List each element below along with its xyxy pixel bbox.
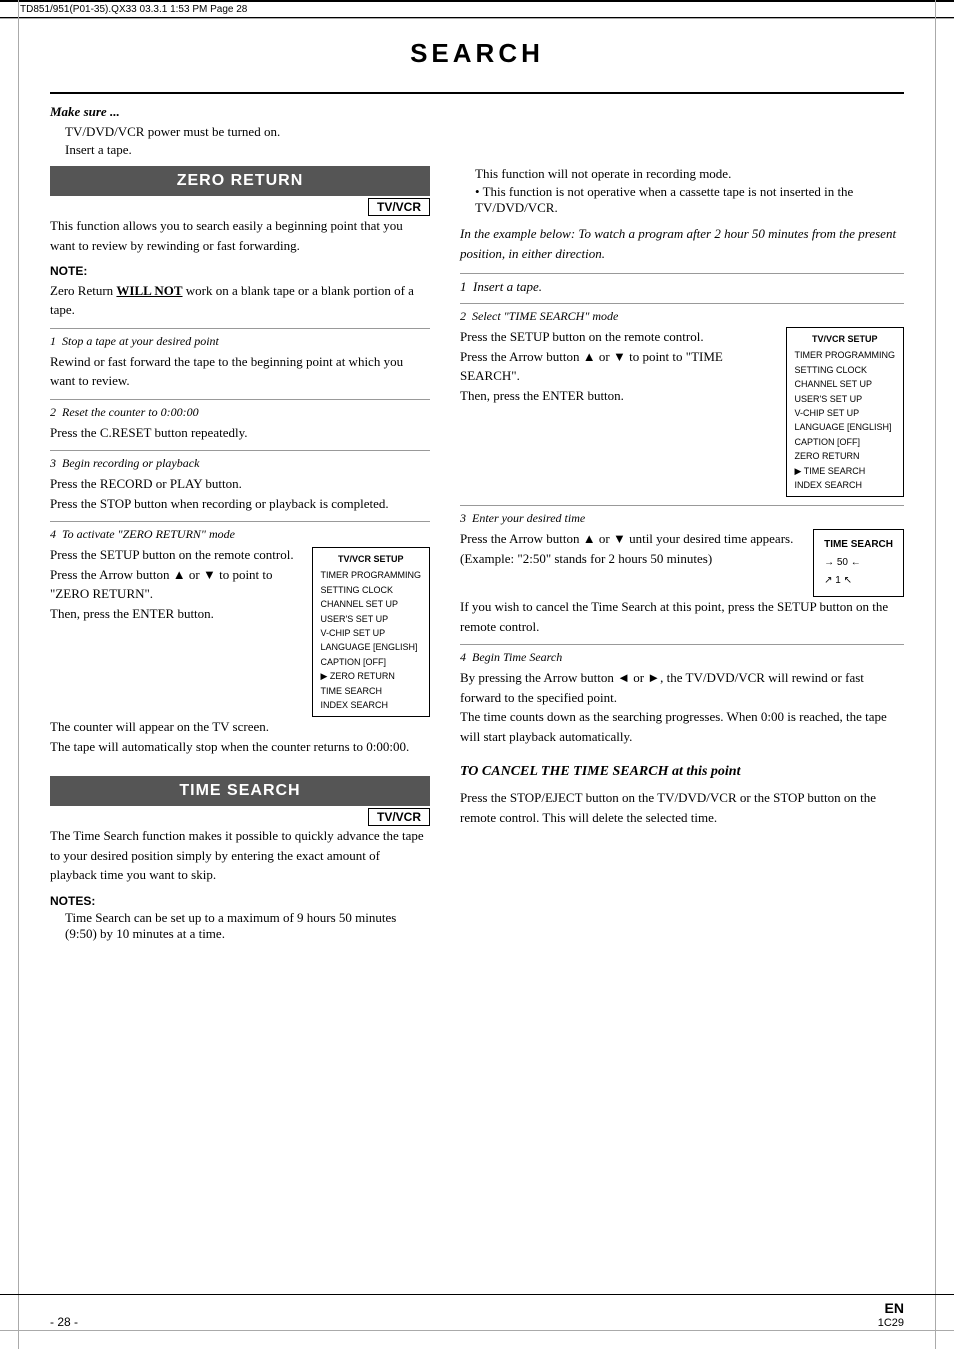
- notes-label: NOTES:: [50, 894, 95, 908]
- ts-menu-8: ZERO RETURN: [795, 449, 896, 463]
- zero-return-badge: TV/VCR: [368, 198, 430, 216]
- ts-menu-10: INDEX SEARCH: [795, 478, 896, 492]
- top-bar: TD851/951(P01-35).QX33 03.3.1 1:53 PM Pa…: [0, 0, 954, 18]
- menu-item-2: SETTING CLOCK: [321, 583, 422, 597]
- step-4-body4: The counter will appear on the TV screen…: [50, 717, 430, 737]
- right-bullet-1: This function will not operate in record…: [475, 166, 904, 182]
- ts-menu-2: SETTING CLOCK: [795, 363, 896, 377]
- right-step-4: 4 Begin Time Search By pressing the Arro…: [460, 644, 904, 746]
- cancel-body: Press the STOP/EJECT button on the TV/DV…: [460, 788, 904, 827]
- ts-menu-1: TIMER PROGRAMMING: [795, 348, 896, 362]
- menu-item-7: CAPTION [OFF]: [321, 655, 422, 669]
- cancel-heading: TO CANCEL THE TIME SEARCH at this point: [460, 761, 904, 782]
- time-search-note-1: Time Search can be set up to a maximum o…: [65, 910, 430, 942]
- time-search-description: The Time Search function makes it possib…: [50, 826, 430, 885]
- right-step-4-body2: The time counts down as the searching pr…: [460, 707, 904, 746]
- zero-return-menu: TV/VCR SETUP TIMER PROGRAMMING SETTING C…: [312, 547, 431, 717]
- time-display-line2: → 50 ←: [824, 554, 893, 572]
- menu-item-9: TIME SEARCH: [321, 684, 422, 698]
- lang-label: EN: [885, 1300, 904, 1316]
- example-text: In the example below: To watch a program…: [460, 224, 904, 263]
- note-label: NOTE:: [50, 264, 87, 278]
- time-search-badge: TV/VCR: [368, 808, 430, 826]
- make-sure-section: Make sure ... TV/DVD/VCR power must be t…: [50, 104, 904, 158]
- right-step-3: 3 Enter your desired time TIME SEARCH → …: [460, 505, 904, 636]
- time-search-title: TIME SEARCH: [50, 776, 430, 806]
- step-2-num: 2 Reset the counter to 0:00:00: [50, 405, 430, 420]
- step-2-block: 2 Reset the counter to 0:00:00 Press the…: [50, 399, 430, 443]
- step-4-num: 4 To activate "ZERO RETURN" mode: [50, 527, 430, 542]
- zero-return-description: This function allows you to search easil…: [50, 216, 430, 255]
- menu-item-8: ZERO RETURN: [321, 669, 422, 683]
- ts-menu-4: USER'S SET UP: [795, 392, 896, 406]
- time-display-line1: TIME SEARCH: [824, 536, 893, 554]
- right-column: This function will not operate in record…: [460, 166, 904, 944]
- step-1-block: 1 Stop a tape at your desired point Rewi…: [50, 328, 430, 391]
- footer: - 28 - EN 1C29: [0, 1294, 954, 1329]
- step-3-body2: Press the STOP button when recording or …: [50, 494, 430, 514]
- step-1-num: 1 Stop a tape at your desired point: [50, 334, 430, 349]
- ts-menu-title: TV/VCR SETUP: [795, 332, 896, 346]
- menu-title: TV/VCR SETUP: [321, 552, 422, 566]
- make-sure-bullet-2: Insert a tape.: [65, 142, 904, 158]
- menu-item-1: TIMER PROGRAMMING: [321, 568, 422, 582]
- ts-menu-6: LANGUAGE [ENGLISH]: [795, 420, 896, 434]
- zero-return-title: ZERO RETURN: [50, 166, 430, 196]
- step-2-body: Press the C.RESET button repeatedly.: [50, 423, 430, 443]
- right-step-4-body1: By pressing the Arrow button ◄ or ►, the…: [460, 668, 904, 707]
- note-text: Zero Return WILL NOT work on a blank tap…: [50, 281, 430, 320]
- ts-menu-9: TIME SEARCH: [795, 464, 896, 478]
- code-label: 1C29: [878, 1317, 904, 1329]
- menu-item-4: USER'S SET UP: [321, 612, 422, 626]
- ts-menu-5: V-CHIP SET UP: [795, 406, 896, 420]
- step-3-body1: Press the RECORD or PLAY button.: [50, 474, 430, 494]
- right-step-3-body3: If you wish to cancel the Time Search at…: [460, 597, 904, 636]
- step-4-block: 4 To activate "ZERO RETURN" mode TV/VCR …: [50, 521, 430, 756]
- step-3-block: 3 Begin recording or playback Press the …: [50, 450, 430, 513]
- step-1-body: Rewind or fast forward the tape to the b…: [50, 352, 430, 391]
- make-sure-bullet-1: TV/DVD/VCR power must be turned on.: [65, 124, 904, 140]
- step-4-body5: The tape will automatically stop when th…: [50, 737, 430, 757]
- make-sure-title: Make sure ...: [50, 104, 904, 120]
- right-bullet-2: • This function is not operative when a …: [475, 184, 904, 216]
- time-search-menu: TV/VCR SETUP TIMER PROGRAMMING SETTING C…: [786, 327, 905, 497]
- menu-item-6: LANGUAGE [ENGLISH]: [321, 640, 422, 654]
- page-title: SEARCH: [50, 38, 904, 69]
- left-column: ZERO RETURN TV/VCR This function allows …: [50, 166, 430, 944]
- menu-item-10: INDEX SEARCH: [321, 698, 422, 712]
- menu-item-5: V-CHIP SET UP: [321, 626, 422, 640]
- cancel-section: TO CANCEL THE TIME SEARCH at this point …: [460, 761, 904, 827]
- ts-menu-3: CHANNEL SET UP: [795, 377, 896, 391]
- menu-item-3: CHANNEL SET UP: [321, 597, 422, 611]
- right-step-1: 1 Insert a tape.: [460, 273, 904, 295]
- page-number: - 28 -: [50, 1315, 78, 1329]
- right-step-2: 2 Select "TIME SEARCH" mode TV/VCR SETUP…: [460, 303, 904, 497]
- step-3-num: 3 Begin recording or playback: [50, 456, 430, 471]
- time-display-box: TIME SEARCH → 50 ← ↗ 1 ↖: [813, 529, 904, 597]
- ts-menu-7: CAPTION [OFF]: [795, 435, 896, 449]
- file-info: TD851/951(P01-35).QX33 03.3.1 1:53 PM Pa…: [20, 4, 247, 15]
- time-display-line3: ↗ 1 ↖: [824, 572, 893, 590]
